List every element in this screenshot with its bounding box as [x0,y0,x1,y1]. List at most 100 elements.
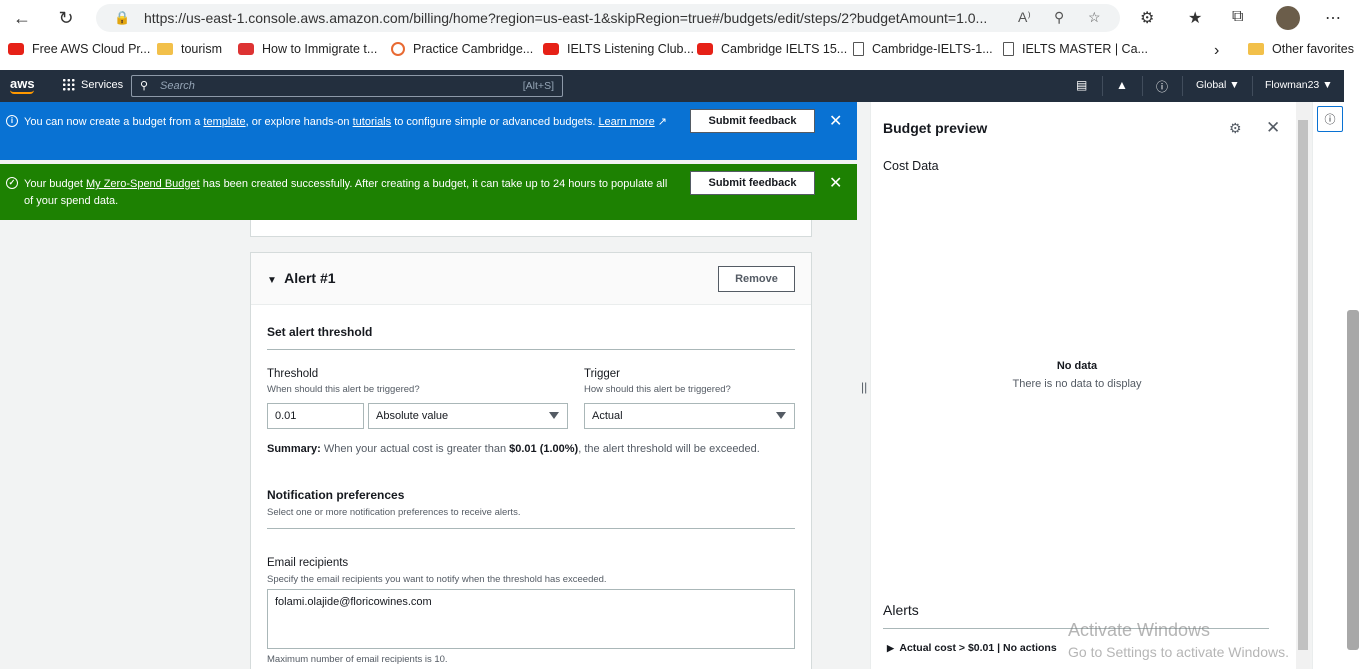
gear-icon[interactable]: ⚙ [1229,120,1242,137]
more-icon[interactable]: ⋯ [1325,8,1341,28]
threshold-input[interactable]: 0.01 [267,403,364,429]
lock-icon[interactable]: 🔒 [114,10,130,26]
trigger-description: How should this alert be triggered? [584,384,731,395]
remove-button[interactable]: Remove [718,266,795,292]
search-shortcut: [Alt+S] [522,80,554,92]
search-input[interactable]: ⚲ Search [Alt+S] [131,75,563,97]
services-menu[interactable]: Services [62,78,123,91]
bookmark-item[interactable]: Practice Cambridge... [391,42,533,56]
submit-feedback-button[interactable]: Submit feedback [690,171,815,195]
threshold-type-select[interactable]: Absolute value [368,403,568,429]
youtube-icon [8,43,24,55]
cloudshell-icon[interactable]: ▤ [1076,78,1087,92]
threshold-label: Threshold [267,368,319,380]
info-icon: ⓘ [1324,114,1336,126]
bookmark-item[interactable]: IELTS Listening Club... [543,42,694,56]
success-flashbar: ✓ Your budget My Zero-Spend Budget has b… [0,164,857,220]
tutorials-link[interactable]: tutorials [353,116,392,128]
bookmark-item[interactable]: Free AWS Cloud Pr... [8,42,150,56]
profile-avatar[interactable] [1276,6,1300,30]
alerts-heading: Alerts [883,602,919,618]
info-message: You can now create a budget from a templ… [24,116,667,128]
caret-down-icon [776,412,786,419]
external-link-icon: ↗ [657,116,667,128]
read-aloud-icon[interactable]: A⁾ [1018,9,1031,26]
folder-icon [1248,43,1264,55]
zoom-icon[interactable]: ⚲ [1054,9,1064,26]
alert-header[interactable]: ▼ Alert #1 Remove [251,253,811,305]
site-icon [391,42,405,56]
address-bar[interactable]: 🔒 https://us-east-1.console.aws.amazon.c… [96,4,1120,32]
chevron-right-icon[interactable]: › [1214,42,1219,60]
learn-more-link[interactable]: Learn more [598,116,654,128]
help-icon[interactable]: ⓘ [1156,78,1168,95]
close-icon[interactable]: ✕ [829,111,842,131]
alert-title[interactable]: ▼ Alert #1 [267,270,336,286]
site-icon [238,43,254,55]
no-data-title: No data [1056,360,1098,372]
threshold-description: When should this alert be triggered? [267,384,420,395]
bookmark-item[interactable]: tourism [157,42,222,56]
account-menu[interactable]: Flowman23 ▼ [1265,79,1333,91]
page-scroll-thumb[interactable] [1347,310,1359,650]
aws-smile-icon [10,90,34,94]
document-icon [1003,42,1014,56]
bookmark-item[interactable]: How to Immigrate t... [238,42,377,56]
alert-summary-row[interactable]: ▶ Actual cost > $0.01 | No actions [887,642,1057,654]
activate-windows-watermark: Activate Windows [1068,620,1211,640]
extensions-icon[interactable]: ⚙ [1140,8,1154,28]
panel-scroll-thumb[interactable] [1298,120,1308,650]
threshold-section-title: Set alert threshold [267,325,373,339]
alert-card: ▼ Alert #1 Remove Set alert threshold Th… [250,252,812,669]
divider [1102,76,1103,96]
bookmark-item[interactable]: IELTS MASTER | Ca... [1003,42,1148,56]
info-panel-button[interactable]: ⓘ [1317,106,1343,132]
email-recipients-input[interactable]: folami.olajide@floricowines.com [267,589,795,649]
add-favorite-icon[interactable]: ☆ [1088,9,1101,26]
bookmark-item[interactable]: Cambridge-IELTS-1... [853,42,993,56]
aws-logo[interactable]: aws [10,76,35,91]
email-label: Email recipients [267,557,349,569]
url-text[interactable]: https://us-east-1.console.aws.amazon.com… [144,10,1004,26]
divider [1182,76,1183,96]
success-icon: ✓ [6,177,18,189]
notification-section-title: Notification preferences [267,488,405,502]
search-icon: ⚲ [140,80,149,92]
search-placeholder: Search [160,80,195,92]
favorites-icon[interactable]: ★ [1188,8,1202,28]
refresh-icon[interactable]: ↻ [54,6,78,30]
document-icon [853,42,864,56]
back-icon[interactable]: ← [10,6,34,30]
email-limit-note: Maximum number of email recipients is 10… [267,654,448,665]
close-icon[interactable]: ✕ [1266,118,1280,138]
caret-down-icon: ▼ [267,275,277,286]
region-selector[interactable]: Global ▼ [1196,79,1240,91]
aws-top-nav: aws Services ⚲ Search [Alt+S] ▤ ▲ ⓘ Glob… [0,70,1344,102]
grid-icon [62,78,75,91]
panel-title: Budget preview [883,120,988,136]
browser-toolbar: ← ↻ 🔒 https://us-east-1.console.aws.amaz… [0,0,1369,36]
template-link[interactable]: template [203,116,245,128]
close-icon[interactable]: ✕ [829,173,842,193]
divider [1142,76,1143,96]
threshold-summary: Summary: When your actual cost is greate… [267,443,760,455]
other-favorites[interactable]: Other favorites [1248,42,1354,56]
notifications-icon[interactable]: ▲ [1116,78,1128,92]
info-flashbar: i You can now create a budget from a tem… [0,102,857,160]
youtube-icon [543,43,559,55]
trigger-select[interactable]: Actual [584,403,795,429]
collections-icon[interactable]: ⧉ [1232,8,1243,26]
success-message: Your budget My Zero-Spend Budget has bee… [24,178,668,207]
divider [267,528,795,529]
browser-chrome: ← ↻ 🔒 https://us-east-1.console.aws.amaz… [0,0,1369,70]
budget-link[interactable]: My Zero-Spend Budget [86,178,200,190]
bookmark-item[interactable]: Cambridge IELTS 15... [697,42,847,56]
submit-feedback-button[interactable]: Submit feedback [690,109,815,133]
caret-down-icon [549,412,559,419]
trigger-label: Trigger [584,368,620,380]
divider [1252,76,1253,96]
resize-handle[interactable]: || [861,380,867,394]
no-data-description: There is no data to display [1012,378,1142,390]
activate-windows-subtext: Go to Settings to activate Windows. [1068,644,1289,660]
email-description: Specify the email recipients you want to… [267,574,607,585]
